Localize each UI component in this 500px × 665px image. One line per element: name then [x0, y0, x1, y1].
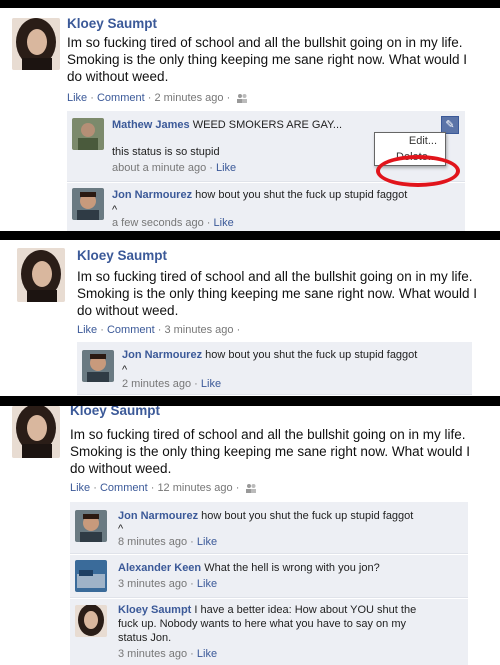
comment-like-link[interactable]: Like — [197, 536, 217, 548]
avatar[interactable] — [12, 406, 60, 458]
comment-like-link[interactable]: Like — [216, 162, 236, 174]
post-time: 3 minutes ago — [164, 324, 234, 336]
comment-body: Alexander Keen What the hell is wrong wi… — [118, 561, 463, 575]
comment-link[interactable]: Comment — [100, 482, 148, 494]
comment-item: Alexander Keen What the hell is wrong wi… — [70, 555, 468, 598]
comment-author[interactable]: Mathew James — [112, 119, 190, 131]
comment-item: Kloey Saumpt I have a better idea: How a… — [70, 599, 468, 665]
comment-item: Jon Narmourez how bout you shut the fuck… — [77, 342, 472, 395]
people-icon — [237, 94, 248, 104]
comment-like-link[interactable]: Like — [197, 648, 217, 660]
comment-body: Jon Narmourez how bout you shut the fuck… — [118, 509, 463, 523]
comment-text: What the hell is wrong with you jon? — [204, 562, 380, 574]
like-link[interactable]: Like — [67, 92, 87, 104]
comment-text-line: ^ — [118, 523, 124, 535]
comment-like-link[interactable]: Like — [214, 217, 234, 229]
avatar[interactable] — [82, 350, 114, 382]
post-author[interactable]: Kloey Saumpt — [67, 16, 157, 31]
comment-meta: a few seconds ago · Like — [112, 217, 234, 229]
comment-text: how bout you shut the fuck up stupid fag… — [201, 510, 414, 522]
screenshot-panel-2: Kloey Saumpt Im so fucking tired of scho… — [0, 240, 500, 396]
comment-link[interactable]: Comment — [97, 92, 145, 104]
post-author[interactable]: Kloey Saumpt — [70, 406, 160, 418]
avatar[interactable] — [75, 560, 107, 592]
avatar[interactable] — [72, 118, 104, 150]
comment-text-line: fuck up. Nobody wants to here what you h… — [118, 618, 406, 630]
comment-time: 2 minutes ago — [122, 378, 192, 390]
comment-text: how bout you shut the fuck up stupid fag… — [195, 189, 408, 201]
comment-like-link[interactable]: Like — [201, 378, 221, 390]
comment-text: WEED SMOKERS ARE GAY... — [192, 119, 343, 131]
comment-meta: 2 minutes ago · Like — [122, 378, 222, 390]
avatar[interactable] — [72, 188, 104, 220]
comment-author[interactable]: Jon Narmourez — [118, 510, 198, 522]
comment-body: Jon Narmourez how bout you shut the fuck… — [122, 348, 467, 362]
post-text: Im so fucking tired of school and all th… — [67, 35, 467, 84]
comment-text-line: status Jon. — [118, 632, 172, 644]
post-time: 2 minutes ago — [154, 92, 224, 104]
comment-time: 3 minutes ago — [118, 578, 188, 590]
like-link[interactable]: Like — [70, 482, 90, 494]
avatar[interactable] — [75, 605, 107, 637]
post-time: 12 minutes ago — [157, 482, 233, 494]
comment-like-link[interactable]: Like — [197, 578, 217, 590]
comment-meta: 3 minutes ago · Like — [118, 578, 218, 590]
comment-author[interactable]: Jon Narmourez — [122, 349, 202, 361]
comment-body: Mathew James WEED SMOKERS ARE GAY... — [112, 118, 412, 132]
comment-time: 3 minutes ago — [118, 648, 188, 660]
avatar[interactable] — [17, 248, 65, 302]
comment-text: I have a better idea: How about YOU shut… — [194, 604, 417, 616]
highlight-circle — [376, 155, 460, 187]
comment-text-line: ^ — [122, 364, 128, 376]
comment-time: about a minute ago — [112, 162, 207, 174]
comment-text: how bout you shut the fuck up stupid fag… — [205, 349, 418, 361]
comment-text-line: ^ — [112, 204, 118, 216]
comment-author[interactable]: Alexander Keen — [118, 562, 201, 574]
comment-item: Jon Narmourez how bout you shut the fuck… — [67, 183, 465, 231]
comment-item: Jon Narmourez how bout you shut the fuck… — [70, 502, 468, 554]
edit-menu-item[interactable]: Edit... — [375, 133, 445, 149]
comment-meta: 3 minutes ago · Like — [118, 648, 218, 660]
comment-meta: about a minute ago · Like — [112, 162, 237, 174]
comment-time: a few seconds ago — [112, 217, 204, 229]
comment-body: Kloey Saumpt I have a better idea: How a… — [118, 603, 463, 617]
screenshot-panel-3: Kloey Saumpt Im so fucking tired of scho… — [0, 406, 500, 665]
like-link[interactable]: Like — [77, 324, 97, 336]
comment-meta: 8 minutes ago · Like — [118, 536, 218, 548]
comment-author[interactable]: Kloey Saumpt — [118, 604, 191, 616]
post-text: Im so fucking tired of school and all th… — [77, 269, 477, 318]
screenshot-panel-1: Kloey Saumpt Im so fucking tired of scho… — [0, 8, 500, 231]
post-meta: Like · Comment · 3 minutes ago · — [77, 324, 241, 336]
avatar[interactable] — [12, 18, 60, 70]
post-author[interactable]: Kloey Saumpt — [77, 248, 167, 263]
avatar[interactable] — [75, 510, 107, 542]
people-icon — [246, 484, 257, 494]
post-meta: Like · Comment · 12 minutes ago · — [70, 482, 257, 494]
comment-author[interactable]: Jon Narmourez — [112, 189, 192, 201]
post-text: Im so fucking tired of school and all th… — [70, 427, 470, 476]
comment-time: 8 minutes ago — [118, 536, 188, 548]
comment-link[interactable]: Comment — [107, 324, 155, 336]
comment-body: Jon Narmourez how bout you shut the fuck… — [112, 188, 462, 202]
comment-text-line: this status is so stupid — [112, 146, 220, 158]
post-meta: Like · Comment · 2 minutes ago · — [67, 92, 248, 104]
